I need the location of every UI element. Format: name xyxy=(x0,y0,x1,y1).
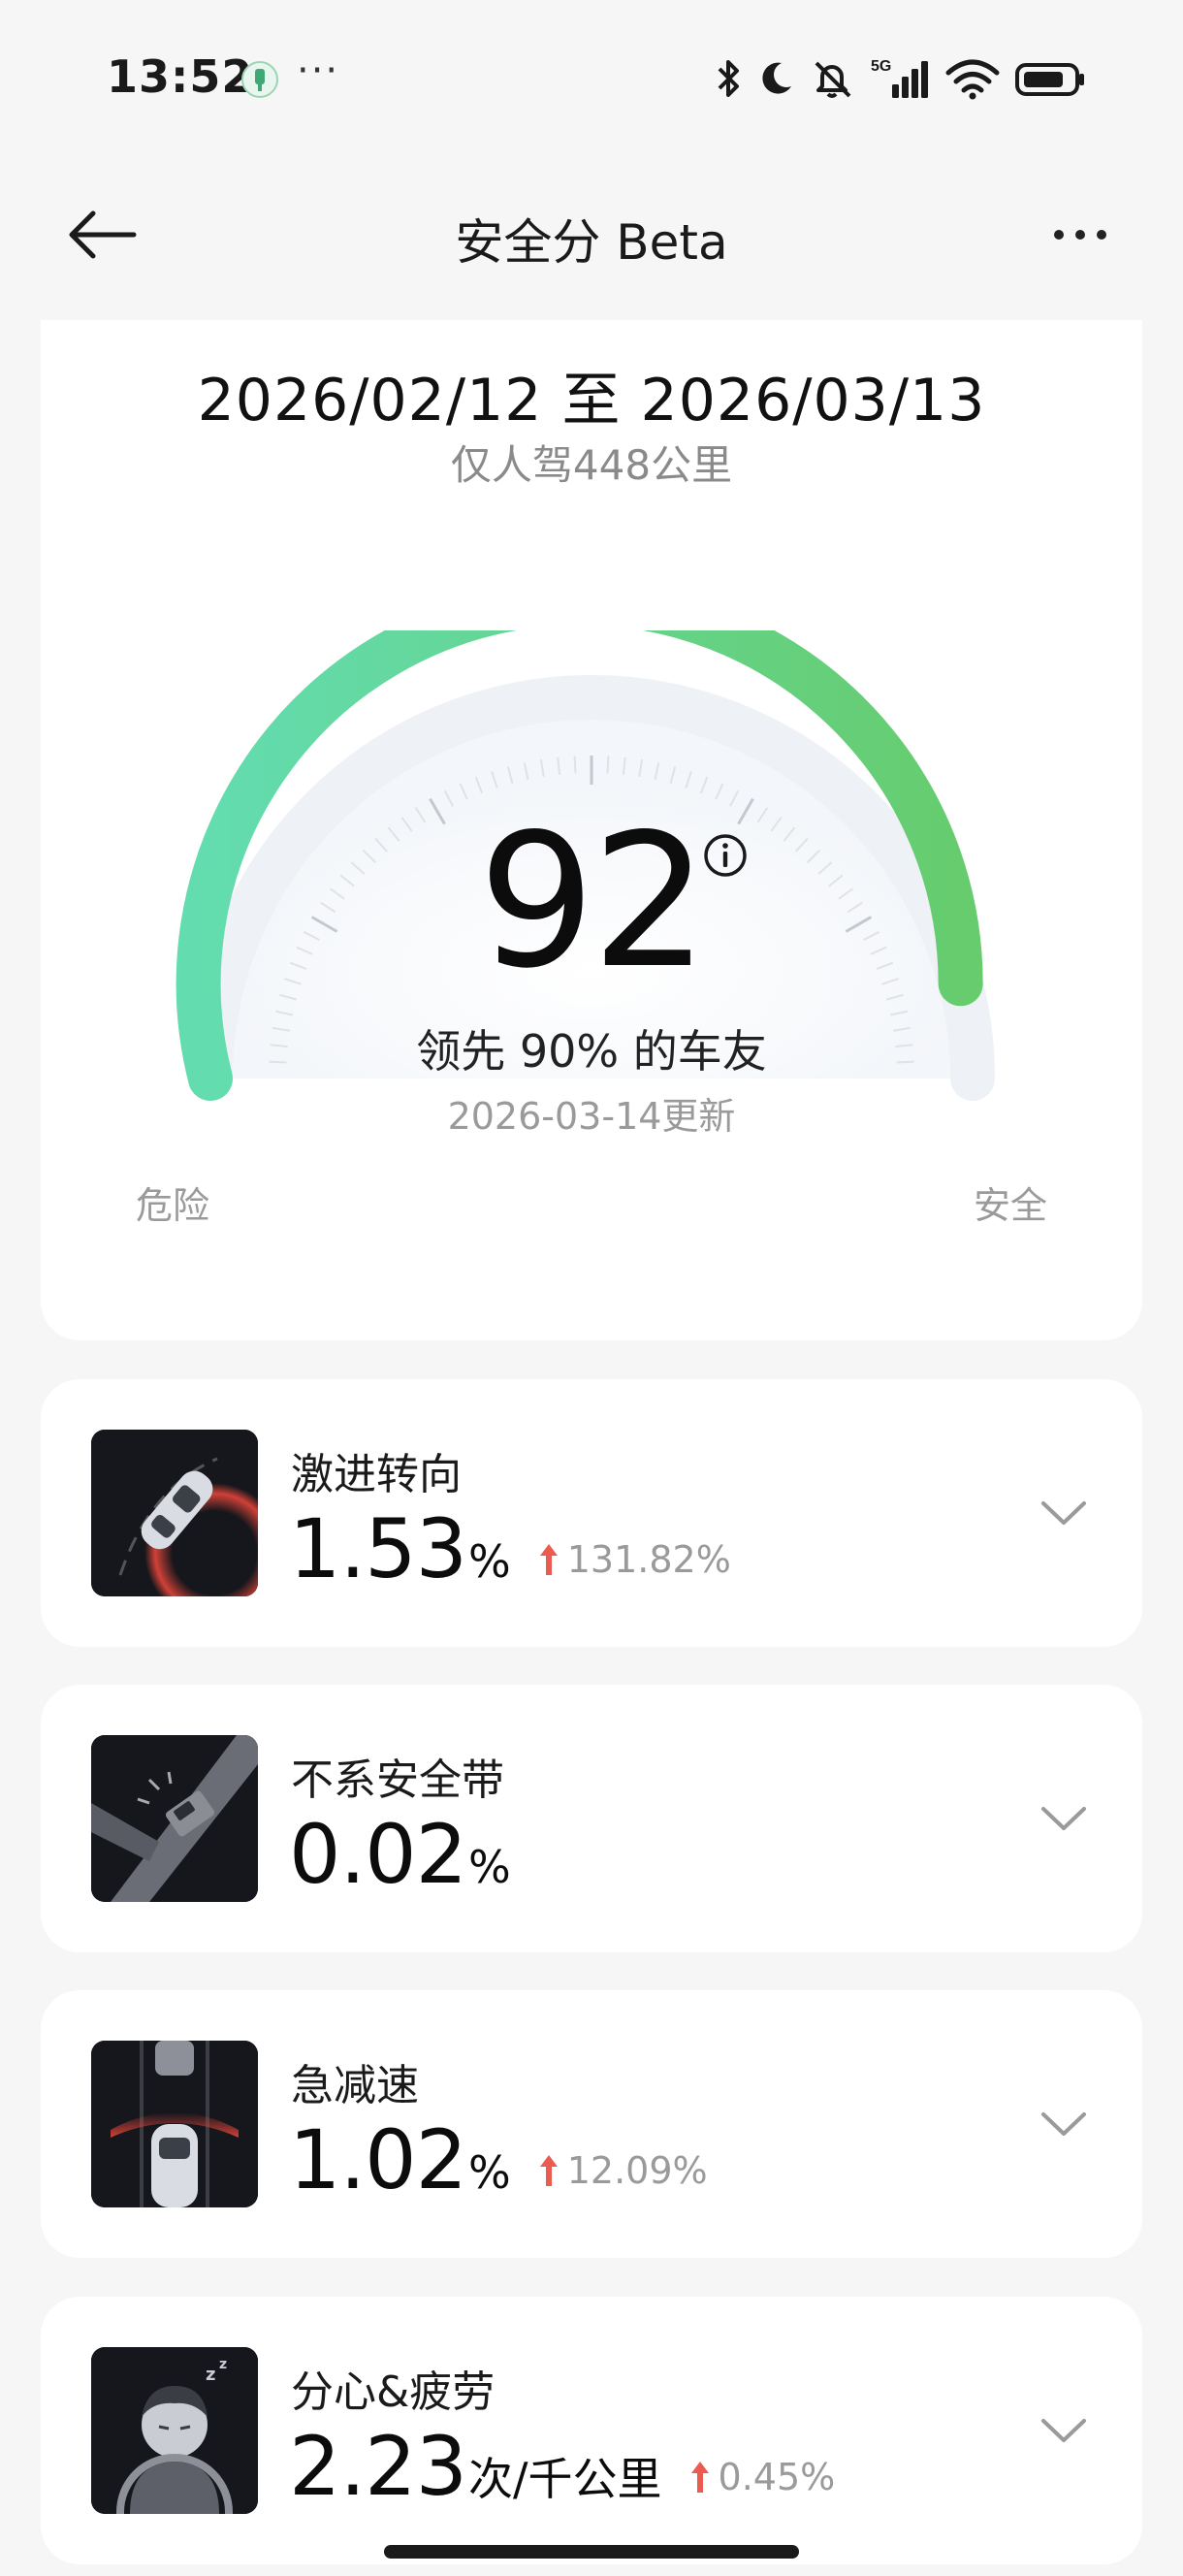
bell-muted-icon xyxy=(815,61,851,98)
more-options-button[interactable] xyxy=(1041,215,1119,254)
rank-percentile-text: 领先 90% 的车友 xyxy=(416,1025,767,1078)
distance-note: 仅人驾448公里 xyxy=(450,441,733,489)
status-more-dots: ··· xyxy=(297,48,340,93)
metric-card-distraction-fatigue[interactable]: z z 分心&疲劳 2.23 次/千公里 0.45% xyxy=(41,2297,1142,2564)
date-range[interactable]: 2026/02/12 至 2026/03/13 xyxy=(41,353,1142,437)
network-type-label: 5G xyxy=(871,58,891,75)
metric-value-row: 1.53 % 131.82% xyxy=(289,1505,731,1593)
metric-unit: % xyxy=(468,2146,511,2199)
distraction-fatigue-icon: z z xyxy=(91,2347,258,2514)
svg-text:z: z xyxy=(219,2357,227,2372)
page-title: 安全分 Beta xyxy=(455,214,728,271)
svg-text:z: z xyxy=(206,2365,215,2385)
aggressive-turn-icon xyxy=(91,1430,258,1596)
gauge-tick xyxy=(573,756,577,774)
chevron-down-icon[interactable] xyxy=(1039,1494,1088,1532)
more-horizontal-icon xyxy=(1054,230,1064,240)
chevron-down-icon[interactable] xyxy=(1039,2411,1088,2450)
metric-change: 131.82% xyxy=(538,1538,731,1581)
wifi-icon xyxy=(945,59,1000,100)
status-bar: 13:52 ··· 5G xyxy=(0,0,1183,155)
metric-card-aggressive-turn[interactable]: 激进转向 1.53 % 131.82% xyxy=(41,1379,1142,1647)
bluetooth-icon xyxy=(718,60,739,97)
metric-value: 1.02 xyxy=(289,2112,467,2207)
metric-unit: 次/千公里 xyxy=(468,2453,662,2505)
gauge-label-safe: 安全 xyxy=(973,1184,1047,1227)
info-icon[interactable] xyxy=(702,832,749,879)
safety-score-card: 2026/02/12 至 2026/03/13 仅人驾448公里 92 领先 9… xyxy=(41,320,1142,1340)
battery-icon xyxy=(1015,63,1084,96)
metric-card-seatbelt[interactable]: 不系安全带 0.02 % xyxy=(41,1685,1142,1952)
signal-icon: 5G xyxy=(871,58,928,98)
metric-name: 急减速 xyxy=(291,2061,419,2110)
metric-name: 分心&疲劳 xyxy=(291,2367,496,2417)
moon-icon xyxy=(762,62,791,94)
metric-name: 激进转向 xyxy=(291,1450,462,1499)
metric-unit: % xyxy=(468,1841,511,1893)
gauge-label-danger: 危险 xyxy=(136,1184,210,1227)
chevron-down-icon[interactable] xyxy=(1039,2105,1088,2143)
status-time: 13:52 xyxy=(107,50,254,103)
app-notification-icon xyxy=(241,61,278,98)
metric-card-hard-braking[interactable]: 急减速 1.02 % 12.09% xyxy=(41,1990,1142,2258)
trend-up-arrow-icon xyxy=(539,2155,558,2186)
seatbelt-icon xyxy=(91,1735,258,1902)
metric-value-row: 2.23 次/千公里 0.45% xyxy=(289,2423,835,2510)
gauge-tick xyxy=(606,756,610,774)
trend-up-arrow-icon xyxy=(539,1544,558,1575)
metric-name: 不系安全带 xyxy=(291,1755,504,1805)
metric-change: 12.09% xyxy=(538,2149,708,2192)
update-date: 2026-03-14更新 xyxy=(447,1095,736,1138)
metric-value: 2.23 xyxy=(289,2419,467,2514)
metric-value-row: 1.02 % 12.09% xyxy=(289,2116,708,2204)
status-icons: 5G xyxy=(714,54,1086,103)
metric-value: 1.53 xyxy=(289,1501,467,1596)
metric-change-value: 0.45% xyxy=(718,2456,836,2498)
metric-value: 0.02 xyxy=(289,1807,467,1902)
hard-braking-icon xyxy=(91,2041,258,2207)
metric-unit: % xyxy=(468,1535,511,1588)
metric-change-value: 12.09% xyxy=(566,2149,708,2192)
safety-score-value: 92 xyxy=(478,794,709,1009)
metric-change: 0.45% xyxy=(689,2456,836,2498)
top-app-bar: 安全分 Beta xyxy=(0,155,1183,310)
metric-change-value: 131.82% xyxy=(566,1538,731,1581)
home-indicator[interactable] xyxy=(384,2545,799,2559)
chevron-down-icon[interactable] xyxy=(1039,1799,1088,1838)
trend-up-arrow-icon xyxy=(690,2462,709,2493)
metric-value-row: 0.02 % xyxy=(289,1811,511,1898)
